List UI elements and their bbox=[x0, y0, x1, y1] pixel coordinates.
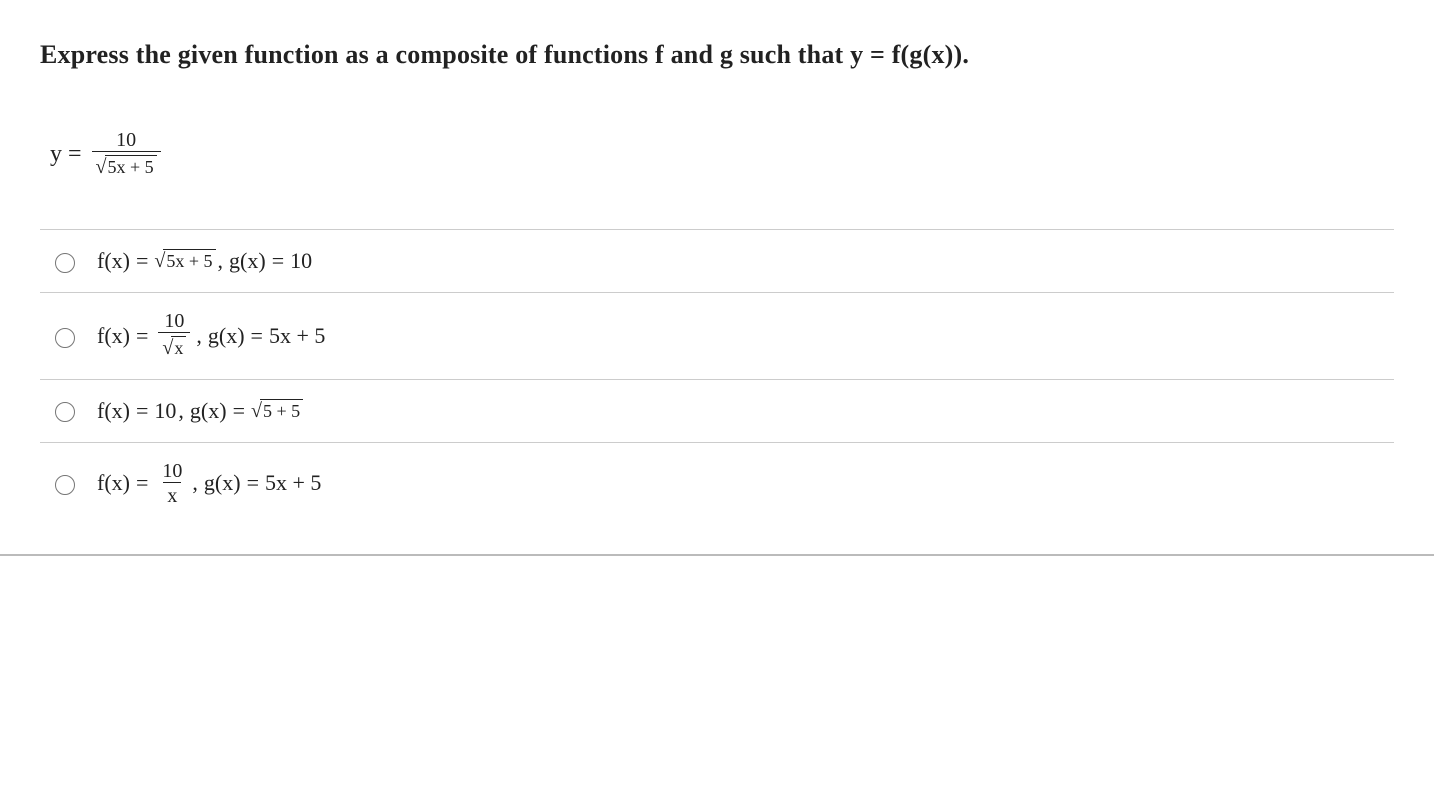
option-b-numerator: 10 bbox=[160, 311, 188, 332]
gx-label: g(x) bbox=[204, 470, 241, 496]
given-fraction: 10 √ 5x + 5 bbox=[92, 130, 161, 179]
option-a-math: f(x) = √ 5x + 5 , g(x) = 10 bbox=[97, 248, 312, 274]
sqrt-icon: √ 5x + 5 bbox=[154, 249, 215, 273]
fx-label: f(x) bbox=[97, 470, 130, 496]
sqrt-icon: √ 5 + 5 bbox=[251, 399, 303, 423]
given-function: y = 10 √ 5x + 5 bbox=[40, 130, 1394, 179]
gx-label: g(x) bbox=[190, 398, 227, 424]
fx-label: f(x) bbox=[97, 398, 130, 424]
option-b-den-radicand: x bbox=[171, 336, 186, 360]
gx-label: g(x) bbox=[229, 248, 266, 274]
equals-sign: = bbox=[247, 470, 259, 496]
given-radicand: 5x + 5 bbox=[105, 155, 157, 179]
equals-sign: = bbox=[136, 323, 148, 349]
option-d-fraction: 10 x bbox=[158, 461, 186, 506]
equals-sign: = bbox=[251, 323, 263, 349]
option-d[interactable]: f(x) = 10 x , g(x) = 5x + 5 bbox=[40, 443, 1394, 524]
fx-label: f(x) bbox=[97, 323, 130, 349]
option-d-denominator: x bbox=[163, 482, 181, 506]
radio-option-d[interactable] bbox=[55, 475, 75, 495]
option-b-fraction: 10 √ x bbox=[158, 311, 190, 360]
comma: , bbox=[196, 323, 202, 349]
equals-sign: = bbox=[68, 141, 82, 168]
comma: , bbox=[178, 398, 184, 424]
radio-option-a[interactable] bbox=[55, 253, 75, 273]
equals-sign: = bbox=[136, 248, 148, 274]
question-prompt: Express the given function as a composit… bbox=[40, 40, 1394, 70]
radio-option-b[interactable] bbox=[55, 328, 75, 348]
comma: , bbox=[192, 470, 198, 496]
option-c-math: f(x) = 10 , g(x) = √ 5 + 5 bbox=[97, 398, 303, 424]
option-b[interactable]: f(x) = 10 √ x , g(x) = 5x + 5 bbox=[40, 293, 1394, 379]
option-b-g: 5x + 5 bbox=[269, 323, 325, 349]
radical-symbol: √ bbox=[162, 338, 173, 362]
option-a-f-radicand: 5x + 5 bbox=[163, 249, 215, 273]
option-d-math: f(x) = 10 x , g(x) = 5x + 5 bbox=[97, 461, 321, 506]
option-b-math: f(x) = 10 √ x , g(x) = 5x + 5 bbox=[97, 311, 325, 360]
option-a-g: 10 bbox=[290, 248, 312, 274]
radical-symbol: √ bbox=[154, 251, 165, 275]
comma: , bbox=[218, 248, 224, 274]
option-c-g-radicand: 5 + 5 bbox=[260, 399, 303, 423]
option-c[interactable]: f(x) = 10 , g(x) = √ 5 + 5 bbox=[40, 380, 1394, 443]
radio-option-c[interactable] bbox=[55, 402, 75, 422]
option-d-g: 5x + 5 bbox=[265, 470, 321, 496]
option-c-f: 10 bbox=[154, 398, 176, 424]
sqrt-icon: √ 5x + 5 bbox=[96, 155, 157, 179]
gx-label: g(x) bbox=[208, 323, 245, 349]
equals-sign: = bbox=[233, 398, 245, 424]
sqrt-icon: √ x bbox=[162, 336, 186, 360]
given-lhs: y bbox=[50, 141, 62, 168]
equals-sign: = bbox=[272, 248, 284, 274]
equals-sign: = bbox=[136, 470, 148, 496]
question-container: Express the given function as a composit… bbox=[0, 0, 1434, 556]
option-d-numerator: 10 bbox=[158, 461, 186, 482]
radical-symbol: √ bbox=[251, 401, 262, 425]
radical-symbol: √ bbox=[96, 157, 107, 181]
option-a[interactable]: f(x) = √ 5x + 5 , g(x) = 10 bbox=[40, 230, 1394, 293]
given-numerator: 10 bbox=[112, 130, 140, 151]
options-list: f(x) = √ 5x + 5 , g(x) = 10 f(x) = 10 bbox=[40, 229, 1394, 523]
equals-sign: = bbox=[136, 398, 148, 424]
fx-label: f(x) bbox=[97, 248, 130, 274]
